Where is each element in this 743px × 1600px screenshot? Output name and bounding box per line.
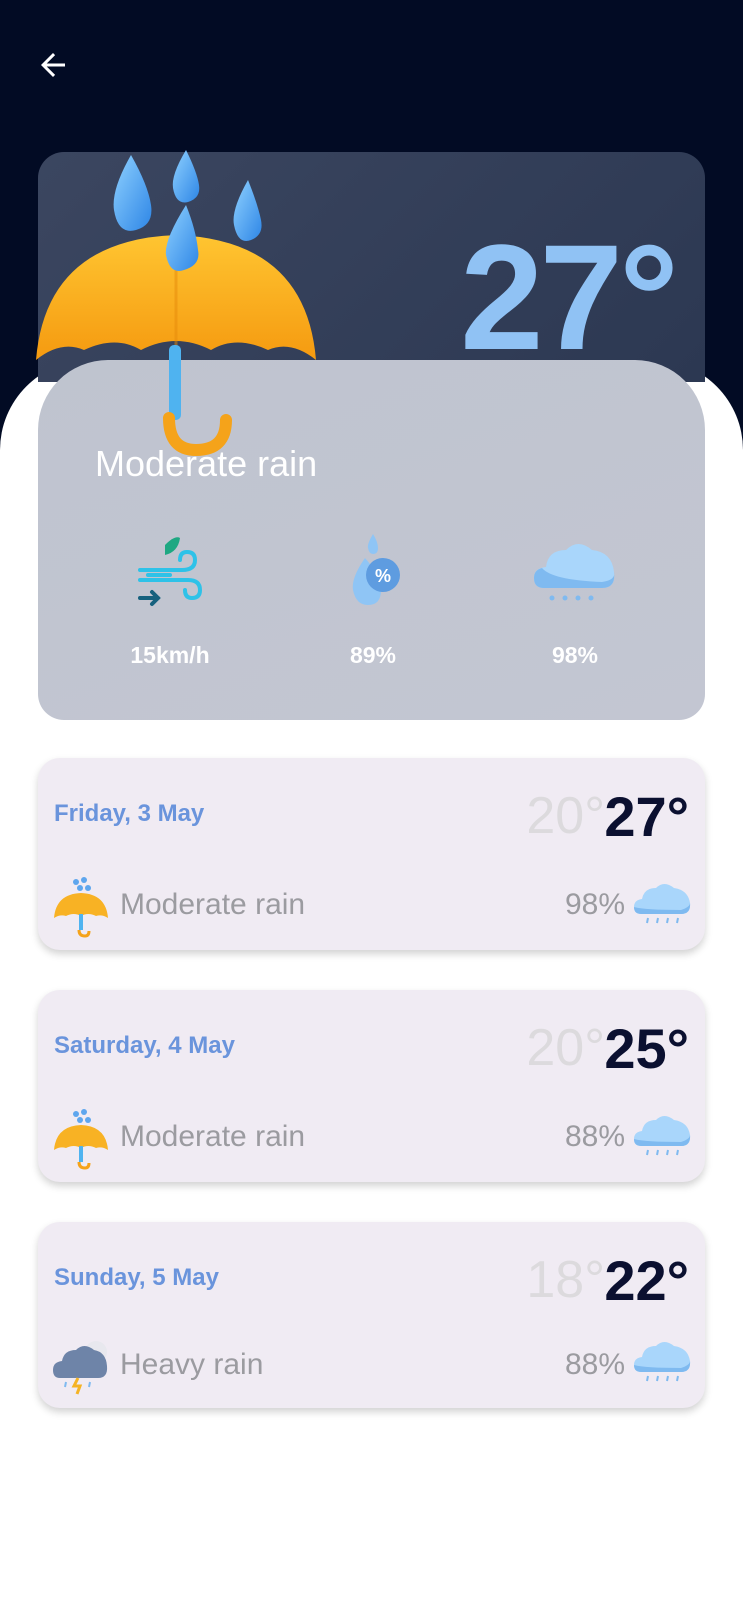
umbrella-rain-icon [36, 150, 316, 457]
humidity-value: 89% [349, 642, 397, 668]
wind-value: 15km/h [130, 642, 210, 668]
cloud-rain-icon [634, 1342, 691, 1382]
arrow-left-icon [41, 53, 65, 77]
umbrella-rain-icon [54, 877, 108, 938]
wind-stat: 15km/h [95, 530, 245, 669]
forecast-high-temp: 22° [604, 1249, 689, 1312]
forecast-card-friday[interactable]: Friday, 3 May 20° 27° Moderate rain 98% [38, 758, 705, 950]
forecast-rain-chance: 88% [564, 1120, 625, 1153]
cloud-rain-icon [534, 544, 615, 601]
forecast-low-temp: 18° [526, 1251, 605, 1309]
forecast-condition: Heavy rain [120, 1348, 264, 1381]
forecast-card-saturday[interactable]: Saturday, 4 May 20° 25° Moderate rain 88… [38, 990, 705, 1182]
forecast-condition: Moderate rain [120, 888, 306, 921]
forecast-condition: Moderate rain [120, 1120, 306, 1153]
forecast-high-temp: 25° [604, 1017, 689, 1080]
storm-cloud-icon [53, 1341, 108, 1395]
forecast-high-temp: 27° [604, 785, 689, 848]
current-temperature: 27° [460, 213, 679, 381]
cloud-rain-icon [634, 1116, 691, 1156]
humidity-icon: % [352, 534, 400, 605]
forecast-rain-chance: 88% [564, 1348, 625, 1381]
forecast-card-sunday[interactable]: Sunday, 5 May 18° 22° Heavy rain 88% [38, 1222, 705, 1408]
humidity-stat: % 89% [298, 530, 448, 669]
rain-chance-value: 98% [551, 642, 599, 668]
forecast-date: Sunday, 5 May [54, 1264, 219, 1291]
svg-text:%: % [375, 566, 391, 586]
umbrella-rain-icon [54, 1109, 108, 1170]
cloud-rain-icon [634, 884, 691, 924]
forecast-date: Saturday, 4 May [54, 1032, 235, 1059]
forecast-low-temp: 20° [526, 1019, 605, 1077]
forecast-date: Friday, 3 May [54, 800, 205, 827]
forecast-low-temp: 20° [526, 787, 605, 845]
forecast-rain-chance: 98% [564, 888, 625, 921]
rain-stat: 98% [500, 530, 650, 669]
current-condition: Moderate rain [95, 443, 318, 484]
back-button[interactable] [28, 40, 78, 90]
wind-icon [138, 537, 203, 606]
